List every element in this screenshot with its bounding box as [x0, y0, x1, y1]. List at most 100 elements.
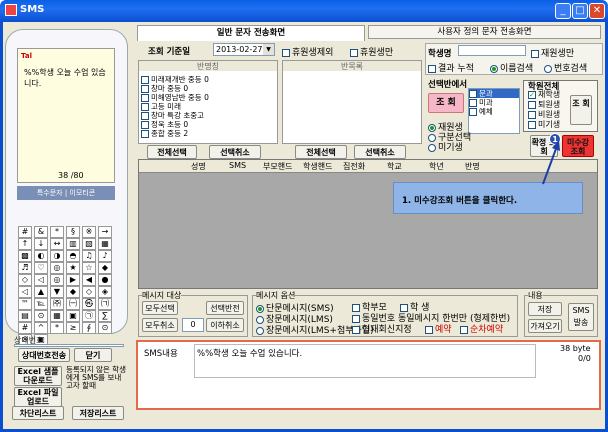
- symbol-key[interactable]: ☆: [82, 262, 96, 274]
- class-list-item[interactable]: 고등 미래: [141, 102, 275, 111]
- content-load-button[interactable]: 가져오기: [528, 319, 562, 333]
- close-window-button[interactable]: ✕: [589, 3, 605, 19]
- excel-upload-button[interactable]: Excel 파일 업로드: [14, 387, 62, 407]
- symbol-key[interactable]: →: [98, 226, 112, 238]
- symbol-key[interactable]: ↔: [50, 238, 64, 250]
- symbol-key[interactable]: ▣: [66, 310, 80, 322]
- chevron-down-icon[interactable]: ▼: [263, 44, 274, 55]
- symbol-key[interactable]: ㉿: [82, 298, 96, 310]
- symbol-key[interactable]: ◁: [18, 286, 32, 298]
- checkbox-icon[interactable]: [469, 90, 477, 98]
- symbol-key[interactable]: ◑: [50, 250, 64, 262]
- symbol-key[interactable]: ♪: [98, 250, 112, 262]
- symbol-key[interactable]: ㈜: [50, 298, 64, 310]
- target-count-input[interactable]: 0: [182, 318, 204, 332]
- filter-query-button[interactable]: 조 회: [428, 93, 464, 113]
- symbol-key[interactable]: ⊙: [34, 310, 48, 322]
- maximize-button[interactable]: □: [572, 3, 588, 19]
- column-header[interactable]: SMS: [229, 161, 246, 170]
- academy-option[interactable]: ✓ 재학생: [528, 90, 570, 100]
- symbol-key[interactable]: ^: [34, 322, 48, 334]
- symbol-key[interactable]: ▦: [50, 310, 64, 322]
- checkbox-icon[interactable]: [528, 100, 536, 109]
- reverse-select-button[interactable]: 선택반전: [206, 301, 244, 315]
- symbol-key[interactable]: &: [34, 226, 48, 238]
- symbol-key[interactable]: ◎: [50, 274, 64, 286]
- phone-close-button[interactable]: 닫기: [74, 348, 112, 362]
- academy-option[interactable]: 퇴원생: [528, 100, 570, 110]
- column-header[interactable]: 학년: [429, 161, 444, 172]
- symbol-key[interactable]: ▩: [18, 250, 32, 262]
- class-list-item[interactable]: 정욱 초등 0: [141, 120, 275, 129]
- symbol-key[interactable]: ∮: [82, 322, 96, 334]
- class-list-item[interactable]: 미래재개반 중등 0: [141, 75, 275, 84]
- filter-category-item[interactable]: 문과: [469, 89, 519, 98]
- symbol-key[interactable]: ▤: [18, 310, 32, 322]
- symbol-key[interactable]: ↑: [18, 238, 32, 250]
- checkbox-icon[interactable]: [141, 85, 149, 93]
- academy-query-button[interactable]: 조 회: [570, 95, 592, 125]
- symbol-key[interactable]: ◐: [34, 250, 48, 262]
- checkbox-icon[interactable]: [469, 108, 477, 116]
- filter-category-item[interactable]: 미과: [469, 98, 519, 107]
- checkbox-icon[interactable]: [141, 103, 149, 111]
- recipient-transfer-button[interactable]: 상대번호전송: [18, 348, 70, 362]
- deselect-all-targets-button[interactable]: 모두취소: [142, 318, 178, 332]
- symbol-key[interactable]: ▦: [98, 238, 112, 250]
- symbol-key[interactable]: ◎: [50, 262, 64, 274]
- selected-deselect-button[interactable]: 선택취소: [354, 145, 406, 159]
- symbol-key[interactable]: ◀: [82, 274, 96, 286]
- minimize-button[interactable]: _: [555, 3, 571, 19]
- symbol-key[interactable]: ◇: [82, 286, 96, 298]
- class-select-all-button[interactable]: 전체선택: [147, 145, 197, 159]
- save-list-button[interactable]: 저장리스트: [72, 406, 124, 420]
- symbol-key[interactable]: ★: [66, 262, 80, 274]
- count-cancel-button[interactable]: 이하취소: [206, 318, 244, 332]
- selected-select-all-button[interactable]: 전체선택: [295, 145, 347, 159]
- symbol-key[interactable]: ♡: [34, 262, 48, 274]
- auto-reply-checkbox[interactable]: 현재회신지정: [352, 322, 412, 335]
- symbol-key[interactable]: ◆: [66, 286, 80, 298]
- filter-category-list[interactable]: 문과 미과 예체: [468, 88, 520, 134]
- sms-send-button[interactable]: SMS 발송: [568, 303, 594, 331]
- symbol-key[interactable]: ▼: [50, 286, 64, 298]
- number-search-radio[interactable]: 번호검색: [544, 61, 587, 74]
- column-header[interactable]: 부모핸드: [263, 161, 292, 172]
- order-reserve-checkbox[interactable]: 순차예약: [460, 322, 503, 335]
- academy-option[interactable]: 미기생: [528, 120, 570, 130]
- symbol-key[interactable]: ∑: [98, 310, 112, 322]
- symbol-key[interactable]: ㉠: [82, 310, 96, 322]
- column-header[interactable]: 반명: [465, 161, 480, 172]
- radio-withdrawn[interactable]: 미기생: [428, 140, 463, 153]
- symbol-key[interactable]: *: [50, 226, 64, 238]
- checkbox-icon[interactable]: [141, 112, 149, 120]
- exclude-leave-checkbox[interactable]: 휴원생제외: [282, 45, 333, 58]
- class-list-item[interactable]: 창마 특강 초중고: [141, 111, 275, 120]
- checkbox-icon[interactable]: [141, 130, 149, 138]
- symbol-key[interactable]: ㈀: [98, 298, 112, 310]
- unpaid-query-button[interactable]: 미수강 조회: [562, 135, 594, 157]
- filter-category-item[interactable]: 예체: [469, 107, 519, 116]
- academy-option[interactable]: 비원생: [528, 110, 570, 120]
- column-header[interactable]: 성명: [191, 161, 206, 172]
- enrolled-only-checkbox[interactable]: 재원생만: [531, 46, 574, 59]
- symbol-key[interactable]: ㈠: [66, 298, 80, 310]
- symbol-key[interactable]: ⊙: [98, 322, 112, 334]
- checkbox-icon[interactable]: [528, 120, 536, 129]
- symbol-key[interactable]: §: [66, 226, 80, 238]
- symbol-key[interactable]: ℡: [34, 298, 48, 310]
- symbol-key[interactable]: ♫: [82, 250, 96, 262]
- checkbox-icon[interactable]: [141, 94, 149, 102]
- symbol-key[interactable]: ™: [18, 298, 32, 310]
- symbol-key[interactable]: ♬: [18, 262, 32, 274]
- symbol-key[interactable]: *: [50, 322, 64, 334]
- recipient-number-input[interactable]: [14, 344, 124, 347]
- symbol-key[interactable]: ◓: [66, 250, 80, 262]
- symbol-key[interactable]: ▲: [34, 286, 48, 298]
- content-save-button[interactable]: 저장: [528, 302, 562, 316]
- class-list-item[interactable]: 창마 중등 0: [141, 84, 275, 93]
- class-list-item[interactable]: 미해영남반 중등 0: [141, 93, 275, 102]
- block-list-button[interactable]: 차단리스트: [12, 406, 64, 420]
- query-date-input[interactable]: 2013-02-27 ▼: [213, 43, 275, 56]
- symbol-key[interactable]: ◆: [98, 262, 112, 274]
